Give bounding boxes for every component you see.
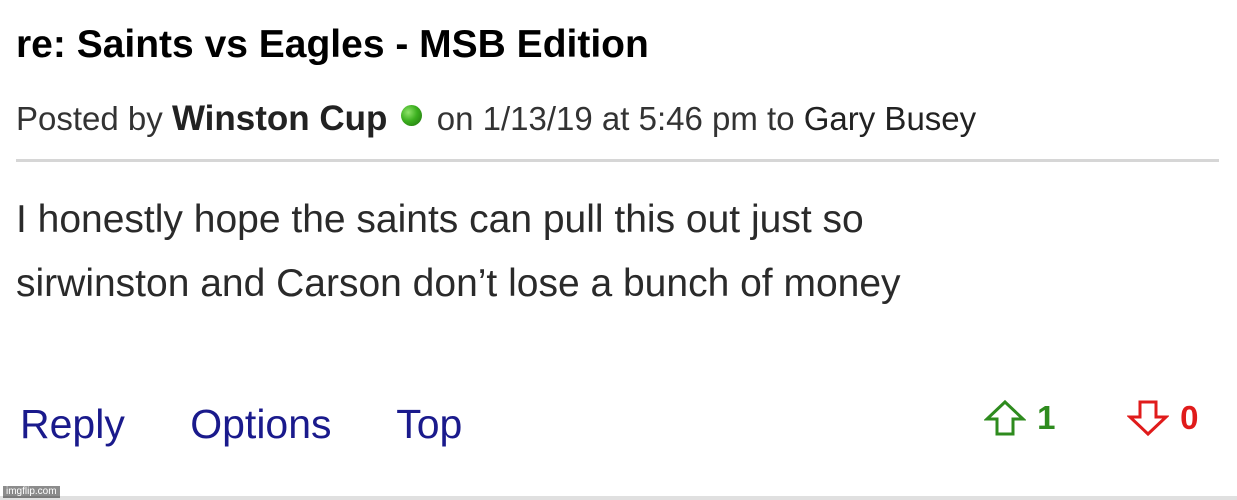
post-actions: Reply Options Top: [20, 398, 462, 450]
posted-by-label: Posted by: [16, 100, 163, 137]
watermark: imgflip.com: [3, 486, 60, 498]
upvote-count: 1: [1037, 399, 1056, 436]
post-date: 1/13/19: [482, 100, 593, 137]
online-status-icon: [400, 105, 422, 126]
reply-link[interactable]: Reply: [20, 401, 125, 447]
reply-to-user-link[interactable]: Gary Busey: [804, 100, 976, 137]
forum-post: re: Saints vs Eagles - MSB Edition Poste…: [0, 0, 1237, 500]
post-time: 5:46 pm: [638, 100, 758, 137]
on-label: on: [436, 100, 474, 137]
post-meta: Posted by Winston Cup on 1/13/19 at 5:46…: [16, 96, 976, 142]
options-link[interactable]: Options: [190, 401, 331, 447]
author-link[interactable]: Winston Cup: [172, 99, 387, 138]
bottom-divider: [0, 496, 1237, 500]
upvote-arrow-icon: [983, 399, 1027, 436]
at-label: at: [601, 100, 630, 137]
downvote-arrow-icon: [1126, 400, 1170, 437]
post-body-line: I honestly hope the saints can pull this…: [16, 198, 864, 241]
upvote-button[interactable]: 1: [983, 398, 1056, 438]
downvote-count: 0: [1180, 399, 1199, 436]
post-title: re: Saints vs Eagles - MSB Edition: [16, 23, 649, 66]
post-body-line: sirwinston and Carson don’t lose a bunch…: [16, 262, 901, 305]
header-divider: [16, 159, 1219, 162]
to-label: to: [767, 100, 795, 137]
downvote-button[interactable]: 0: [1126, 398, 1199, 438]
post-body: I honestly hope the saints can pull this…: [16, 188, 1196, 316]
top-link[interactable]: Top: [396, 401, 462, 447]
